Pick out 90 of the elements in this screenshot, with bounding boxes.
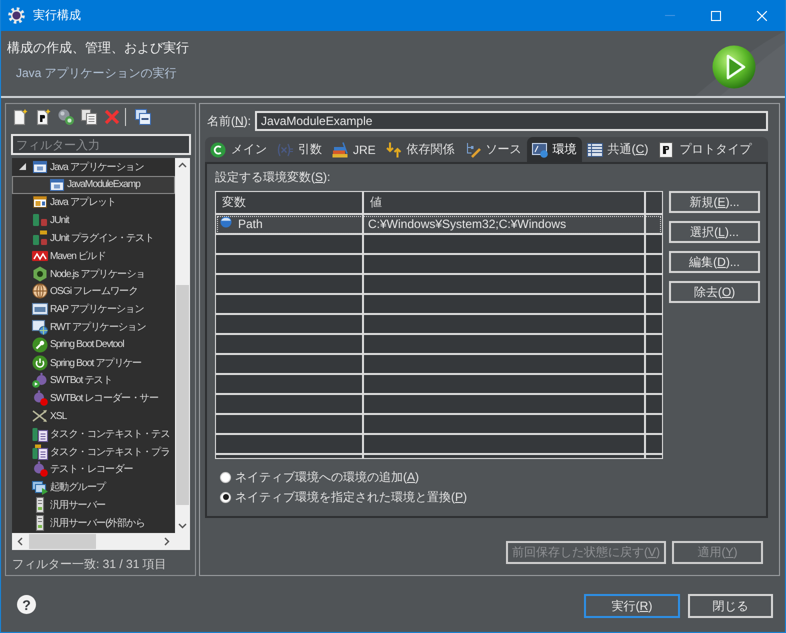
table-icon xyxy=(586,142,603,158)
play-icon xyxy=(712,45,756,89)
tab[interactable]: JRE xyxy=(327,137,381,162)
side-button[interactable]: 除去(O) xyxy=(669,281,760,303)
column-header[interactable]: 値 xyxy=(364,192,646,215)
robot-record-icon xyxy=(32,461,48,478)
tab[interactable]: 依存関係 xyxy=(380,137,460,162)
table-cell: C:¥Windows¥System32;C:¥Windows xyxy=(364,215,646,235)
window-icon xyxy=(32,158,48,175)
tree-item[interactable]: 汎用サーバー(外部から xyxy=(12,514,175,532)
radio-button[interactable] xyxy=(220,492,231,502)
variable-icon xyxy=(277,142,293,158)
environment-icon xyxy=(532,142,548,158)
plugin-test-icon xyxy=(32,230,48,246)
tab[interactable]: ソース xyxy=(460,137,527,162)
name-label: 名前(N): xyxy=(207,112,252,130)
gear-icon xyxy=(8,7,25,24)
name-field[interactable]: JavaModuleExample xyxy=(255,111,768,131)
help-button[interactable]: ? xyxy=(17,595,36,614)
side-button[interactable]: 新規(E)... xyxy=(669,191,760,213)
window-globe-icon xyxy=(32,319,48,336)
new-file-icon[interactable] xyxy=(12,109,28,125)
tree-item[interactable]: タスク・コンテキスト・プラ xyxy=(12,442,175,461)
applet-window-icon xyxy=(32,194,48,210)
dialog-button[interactable]: 閉じる xyxy=(688,594,773,618)
filter-field[interactable]: フィルター入力 xyxy=(11,134,191,155)
tab[interactable]: 引数 xyxy=(272,137,327,162)
tab[interactable]: 環境 xyxy=(526,137,582,162)
tab[interactable]: プロトタイプ xyxy=(653,137,756,162)
books-icon xyxy=(332,142,348,158)
env-variables-label: 設定する環境変数(S): xyxy=(215,170,332,185)
tree-item[interactable]: 汎用サーバー xyxy=(12,496,175,514)
tree-item[interactable]: RAP アプリケーション xyxy=(12,300,175,318)
expanded-arrow-icon[interactable] xyxy=(18,163,26,170)
tree-item[interactable]: XSL xyxy=(12,407,175,425)
tree-item[interactable]: JavaModuleExamp xyxy=(12,176,175,194)
wrench-icon xyxy=(32,336,48,353)
robot-record-icon xyxy=(32,390,48,406)
tree-item[interactable]: タスク・コンテキスト・テス xyxy=(12,424,175,443)
tree-item[interactable]: SWTBot テスト xyxy=(12,372,175,390)
radio-label: ネイティブ環境への環境の追加(A) xyxy=(235,468,420,486)
tree-item[interactable]: Spring Boot アプリケー xyxy=(12,354,175,372)
tree-item[interactable]: Java アプリケーション xyxy=(12,158,175,176)
task-plugin-icon xyxy=(32,444,48,460)
side-button[interactable]: 編集(D)... xyxy=(669,251,760,273)
window-title: 実行構成 xyxy=(33,7,81,24)
radio-button[interactable] xyxy=(220,472,231,482)
scrollbar-thumb[interactable] xyxy=(176,285,189,505)
collapse-icon[interactable] xyxy=(135,109,151,125)
panel-icon xyxy=(32,301,48,318)
table-row[interactable]: Path C:¥Windows¥System32;C:¥Windows xyxy=(216,215,662,235)
header-subtitle: Java アプリケーションの実行 xyxy=(16,66,178,80)
source-icon xyxy=(464,142,481,158)
dialog-button[interactable]: 実行(R) xyxy=(584,594,680,618)
arrows-icon xyxy=(386,142,402,158)
spheres-icon[interactable] xyxy=(58,109,74,125)
globe-icon xyxy=(32,283,48,300)
bullet-icon xyxy=(220,216,232,228)
launch-group-icon xyxy=(32,479,48,496)
tree-item[interactable]: JUnit プラグイン・テスト xyxy=(12,229,175,247)
cross-arrows-icon xyxy=(32,408,48,424)
tree-item[interactable]: 起動グループ xyxy=(12,478,175,496)
tree-item[interactable]: SWTBot レコーダー・サー xyxy=(12,389,175,408)
tab[interactable]: 共通(C) xyxy=(582,137,654,162)
tree-item[interactable]: テスト・レコーダー xyxy=(12,460,175,478)
class-icon xyxy=(210,142,226,158)
tree-item[interactable]: RWT アプリケーション xyxy=(12,318,175,336)
tree-item[interactable]: Java アプレット xyxy=(12,194,175,212)
task-test-icon xyxy=(32,426,48,442)
hexagon-icon xyxy=(32,266,48,282)
new-prototype-icon[interactable] xyxy=(35,109,51,125)
tab[interactable]: メイン xyxy=(205,137,272,162)
header-title: 構成の作成、管理、および実行 xyxy=(7,40,189,55)
scrollbar-thumb[interactable] xyxy=(29,534,96,549)
radio-label: ネイティブ環境を指定された環境と置換(P) xyxy=(235,488,468,506)
table-cell: Path xyxy=(216,215,364,235)
tree-item[interactable]: JUnit xyxy=(12,211,175,230)
column-header[interactable]: 変数 xyxy=(216,192,364,215)
test-icon xyxy=(32,212,48,228)
side-button[interactable]: 選択(L)... xyxy=(669,221,760,243)
tree-item[interactable]: Maven ビルド xyxy=(12,246,175,265)
copy-icon[interactable] xyxy=(81,109,97,125)
robot-play-icon xyxy=(32,372,48,388)
tree-item[interactable]: Spring Boot Devtool xyxy=(12,336,175,354)
window-icon xyxy=(49,176,65,193)
prototype-icon xyxy=(658,142,674,158)
power-icon xyxy=(32,354,48,371)
tree-item[interactable]: OSGi フレームワーク xyxy=(12,282,175,300)
filter-status: フィルター一致: 31 / 31 項目 xyxy=(12,556,168,573)
tree-item[interactable]: Node.js アプリケーショ xyxy=(12,264,175,283)
